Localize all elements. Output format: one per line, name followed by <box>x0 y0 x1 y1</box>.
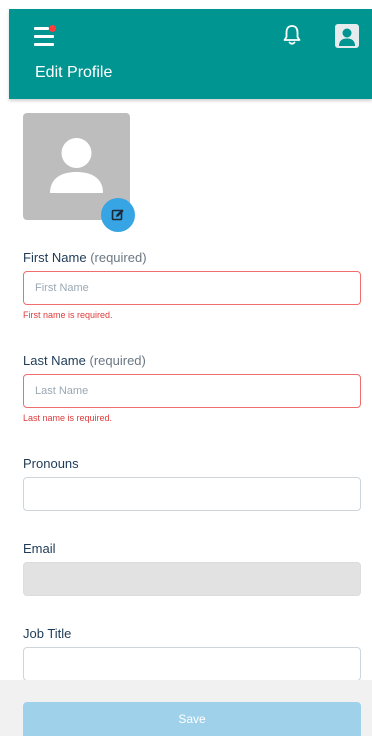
edit-photo-button[interactable] <box>101 198 135 232</box>
form-footer: Save <box>0 680 372 736</box>
first-name-label: First Name (required) <box>23 250 147 265</box>
app-header: Edit Profile <box>9 9 372 99</box>
menu-icon <box>34 27 49 30</box>
first-name-input[interactable] <box>23 271 361 305</box>
notifications-button[interactable] <box>281 23 303 47</box>
required-note: (required) <box>90 250 147 265</box>
pronouns-label: Pronouns <box>23 456 79 471</box>
notification-dot <box>49 25 56 32</box>
first-name-label-text: First Name <box>23 250 87 265</box>
last-name-input[interactable] <box>23 374 361 408</box>
last-name-label-text: Last Name <box>23 353 86 368</box>
save-button[interactable]: Save <box>23 702 361 736</box>
email-field <box>23 562 361 596</box>
email-label: Email <box>23 541 56 556</box>
profile-menu-button[interactable] <box>335 24 359 48</box>
edit-icon <box>111 209 124 221</box>
page-title: Edit Profile <box>35 64 113 81</box>
last-name-error: Last name is required. <box>23 413 113 423</box>
first-name-error: First name is required. <box>23 310 113 320</box>
user-icon <box>339 28 355 46</box>
required-note: (required) <box>89 353 146 368</box>
menu-button[interactable] <box>34 25 60 49</box>
pronouns-input[interactable] <box>23 477 361 511</box>
bell-icon <box>283 25 301 45</box>
menu-icon-bar <box>34 43 54 46</box>
job-title-input[interactable] <box>23 647 361 681</box>
job-title-label: Job Title <box>23 626 72 641</box>
last-name-label: Last Name (required) <box>23 353 146 368</box>
menu-icon-bar <box>34 35 54 38</box>
